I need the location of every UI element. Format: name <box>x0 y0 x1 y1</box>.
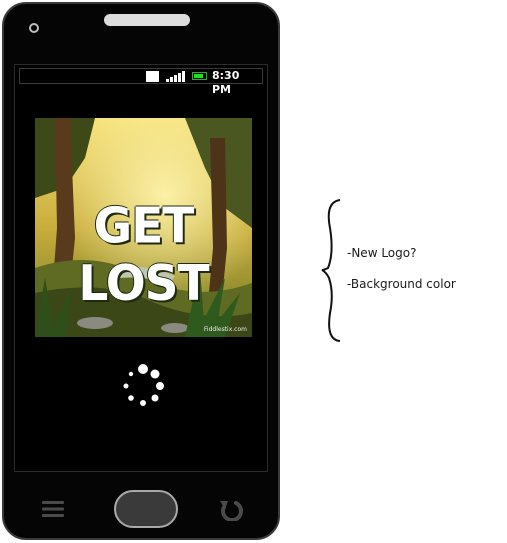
logo-text: GET LOST <box>78 197 209 313</box>
status-bar: 8:30 PM <box>19 68 263 96</box>
camera-icon <box>29 23 39 33</box>
signal-icon <box>166 71 185 82</box>
home-button[interactable] <box>114 490 178 528</box>
watermark: Fiddlestix.com <box>203 326 247 333</box>
notification-square-icon <box>146 71 159 82</box>
annotation-note: -Background color <box>347 277 456 291</box>
phone-screen: 8:30 PM GET LOST Fiddlestix.com <box>14 64 268 472</box>
back-icon[interactable] <box>218 497 244 521</box>
speaker-grille <box>104 14 190 26</box>
annotation-note: -New Logo? <box>347 246 417 260</box>
menu-icon[interactable] <box>42 500 64 518</box>
phone-frame: 8:30 PM GET LOST Fiddlestix.com <box>2 2 280 540</box>
status-time: 8:30 PM <box>212 69 240 96</box>
battery-icon <box>192 72 207 80</box>
annotation-brace-icon <box>321 199 341 342</box>
spinner-icon <box>123 364 164 406</box>
splash-logo-image: GET LOST Fiddlestix.com <box>35 118 252 337</box>
